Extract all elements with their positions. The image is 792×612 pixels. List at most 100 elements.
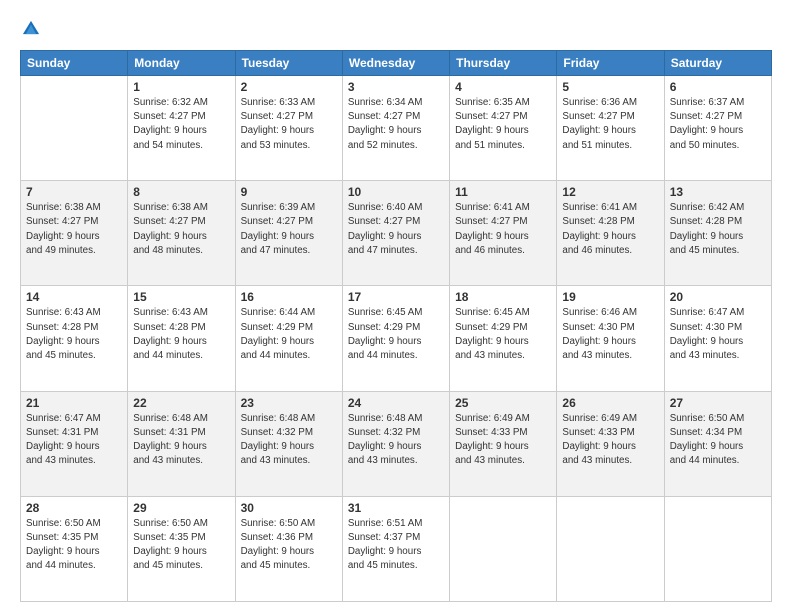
calendar-cell (21, 76, 128, 181)
weekday-header-friday: Friday (557, 51, 664, 76)
day-info: Sunrise: 6:32 AMSunset: 4:27 PMDaylight:… (133, 96, 229, 153)
calendar-week-row: 21Sunrise: 6:47 AMSunset: 4:31 PMDayligh… (21, 391, 772, 496)
day-number: 19 (562, 290, 658, 304)
calendar-cell: 31 Sunrise: 6:51 AMSunset: 4:37 PMDayligh… (342, 496, 449, 601)
day-info: Sunrise: 6:50 AMSunset: 4:36 PMDaylight:… (241, 517, 337, 574)
day-info: Sunrise: 6:48 AMSunset: 4:32 PMDaylight:… (348, 412, 444, 469)
day-info: Sunrise: 6:45 AMSunset: 4:29 PMDaylight:… (455, 306, 551, 363)
calendar-cell: 15Sunrise: 6:43 AMSunset: 4:28 PMDayligh… (128, 286, 235, 391)
calendar-cell (450, 496, 557, 601)
weekday-header-tuesday: Tuesday (235, 51, 342, 76)
day-info: Sunrise: 6:48 AMSunset: 4:31 PMDaylight:… (133, 412, 229, 469)
calendar-cell: 12Sunrise: 6:41 AMSunset: 4:28 PMDayligh… (557, 181, 664, 286)
calendar-cell: 22 Sunrise: 6:48 AMSunset: 4:31 PMDayligh… (128, 391, 235, 496)
page: SundayMondayTuesdayWednesdayThursdayFrid… (0, 0, 792, 612)
calendar-cell: 8 Sunrise: 6:38 AMSunset: 4:27 PMDaylight… (128, 181, 235, 286)
weekday-header-monday: Monday (128, 51, 235, 76)
day-info: Sunrise: 6:34 AMSunset: 4:27 PMDaylight:… (348, 96, 444, 153)
day-info: Sunrise: 6:40 AMSunset: 4:27 PMDaylight:… (348, 201, 444, 258)
day-info: Sunrise: 6:42 AMSunset: 4:28 PMDaylight:… (670, 201, 766, 258)
calendar-cell: 4 Sunrise: 6:35 AMSunset: 4:27 PMDaylight… (450, 76, 557, 181)
day-number: 7 (26, 185, 122, 199)
day-number: 24 (348, 396, 444, 410)
calendar-table: SundayMondayTuesdayWednesdayThursdayFrid… (20, 50, 772, 602)
calendar-cell: 20Sunrise: 6:47 AMSunset: 4:30 PMDayligh… (664, 286, 771, 391)
calendar-cell: 25Sunrise: 6:49 AMSunset: 4:33 PMDayligh… (450, 391, 557, 496)
calendar-cell: 6 Sunrise: 6:37 AMSunset: 4:27 PMDaylight… (664, 76, 771, 181)
day-info: Sunrise: 6:49 AMSunset: 4:33 PMDaylight:… (455, 412, 551, 469)
calendar-cell: 17 Sunrise: 6:45 AMSunset: 4:29 PMDayligh… (342, 286, 449, 391)
calendar-cell: 16 Sunrise: 6:44 AMSunset: 4:29 PMDayligh… (235, 286, 342, 391)
calendar-cell: 30 Sunrise: 6:50 AMSunset: 4:36 PMDayligh… (235, 496, 342, 601)
day-info: Sunrise: 6:41 AMSunset: 4:27 PMDaylight:… (455, 201, 551, 258)
day-number: 31 (348, 501, 444, 515)
calendar-cell: 18 Sunrise: 6:45 AMSunset: 4:29 PMDayligh… (450, 286, 557, 391)
day-info: Sunrise: 6:35 AMSunset: 4:27 PMDaylight:… (455, 96, 551, 153)
calendar-cell: 24 Sunrise: 6:48 AMSunset: 4:32 PMDayligh… (342, 391, 449, 496)
day-number: 3 (348, 80, 444, 94)
calendar-cell: 3 Sunrise: 6:34 AMSunset: 4:27 PMDaylight… (342, 76, 449, 181)
day-info: Sunrise: 6:36 AMSunset: 4:27 PMDaylight:… (562, 96, 658, 153)
day-number: 17 (348, 290, 444, 304)
day-info: Sunrise: 6:49 AMSunset: 4:33 PMDaylight:… (562, 412, 658, 469)
calendar-cell: 23 Sunrise: 6:48 AMSunset: 4:32 PMDayligh… (235, 391, 342, 496)
calendar-cell: 1Sunrise: 6:32 AMSunset: 4:27 PMDaylight… (128, 76, 235, 181)
calendar-cell: 27 Sunrise: 6:50 AMSunset: 4:34 PMDayligh… (664, 391, 771, 496)
calendar-cell: 5Sunrise: 6:36 AMSunset: 4:27 PMDaylight… (557, 76, 664, 181)
day-number: 27 (670, 396, 766, 410)
day-info: Sunrise: 6:37 AMSunset: 4:27 PMDaylight:… (670, 96, 766, 153)
calendar-cell: 28 Sunrise: 6:50 AMSunset: 4:35 PMDayligh… (21, 496, 128, 601)
day-number: 10 (348, 185, 444, 199)
day-info: Sunrise: 6:50 AMSunset: 4:34 PMDaylight:… (670, 412, 766, 469)
day-info: Sunrise: 6:50 AMSunset: 4:35 PMDaylight:… (26, 517, 122, 574)
weekday-header-row: SundayMondayTuesdayWednesdayThursdayFrid… (21, 51, 772, 76)
weekday-header-wednesday: Wednesday (342, 51, 449, 76)
day-number: 15 (133, 290, 229, 304)
day-number: 22 (133, 396, 229, 410)
day-number: 6 (670, 80, 766, 94)
day-number: 26 (562, 396, 658, 410)
day-number: 29 (133, 501, 229, 515)
logo-icon (20, 18, 42, 40)
calendar-cell: 14Sunrise: 6:43 AMSunset: 4:28 PMDayligh… (21, 286, 128, 391)
calendar-cell (557, 496, 664, 601)
day-number: 14 (26, 290, 122, 304)
day-info: Sunrise: 6:33 AMSunset: 4:27 PMDaylight:… (241, 96, 337, 153)
day-number: 18 (455, 290, 551, 304)
calendar-cell: 21Sunrise: 6:47 AMSunset: 4:31 PMDayligh… (21, 391, 128, 496)
day-info: Sunrise: 6:47 AMSunset: 4:30 PMDaylight:… (670, 306, 766, 363)
calendar-cell: 2Sunrise: 6:33 AMSunset: 4:27 PMDaylight… (235, 76, 342, 181)
day-number: 28 (26, 501, 122, 515)
weekday-header-sunday: Sunday (21, 51, 128, 76)
day-number: 8 (133, 185, 229, 199)
calendar-cell: 29 Sunrise: 6:50 AMSunset: 4:35 PMDayligh… (128, 496, 235, 601)
weekday-header-thursday: Thursday (450, 51, 557, 76)
day-info: Sunrise: 6:51 AMSunset: 4:37 PMDaylight:… (348, 517, 444, 574)
day-number: 21 (26, 396, 122, 410)
day-info: Sunrise: 6:50 AMSunset: 4:35 PMDaylight:… (133, 517, 229, 574)
day-info: Sunrise: 6:45 AMSunset: 4:29 PMDaylight:… (348, 306, 444, 363)
day-info: Sunrise: 6:44 AMSunset: 4:29 PMDaylight:… (241, 306, 337, 363)
calendar-week-row: 28 Sunrise: 6:50 AMSunset: 4:35 PMDayligh… (21, 496, 772, 601)
calendar-week-row: 14Sunrise: 6:43 AMSunset: 4:28 PMDayligh… (21, 286, 772, 391)
calendar-cell (664, 496, 771, 601)
day-number: 16 (241, 290, 337, 304)
calendar-cell: 9 Sunrise: 6:39 AMSunset: 4:27 PMDaylight… (235, 181, 342, 286)
calendar-cell: 10 Sunrise: 6:40 AMSunset: 4:27 PMDayligh… (342, 181, 449, 286)
day-number: 4 (455, 80, 551, 94)
day-number: 9 (241, 185, 337, 199)
calendar-cell: 11Sunrise: 6:41 AMSunset: 4:27 PMDayligh… (450, 181, 557, 286)
calendar-week-row: 1Sunrise: 6:32 AMSunset: 4:27 PMDaylight… (21, 76, 772, 181)
day-number: 23 (241, 396, 337, 410)
calendar-week-row: 7 Sunrise: 6:38 AMSunset: 4:27 PMDaylight… (21, 181, 772, 286)
day-info: Sunrise: 6:48 AMSunset: 4:32 PMDaylight:… (241, 412, 337, 469)
calendar-cell: 7 Sunrise: 6:38 AMSunset: 4:27 PMDaylight… (21, 181, 128, 286)
day-info: Sunrise: 6:38 AMSunset: 4:27 PMDaylight:… (133, 201, 229, 258)
calendar-cell: 19 Sunrise: 6:46 AMSunset: 4:30 PMDayligh… (557, 286, 664, 391)
day-info: Sunrise: 6:39 AMSunset: 4:27 PMDaylight:… (241, 201, 337, 258)
logo (20, 18, 46, 40)
day-number: 30 (241, 501, 337, 515)
day-number: 12 (562, 185, 658, 199)
day-info: Sunrise: 6:38 AMSunset: 4:27 PMDaylight:… (26, 201, 122, 258)
day-info: Sunrise: 6:46 AMSunset: 4:30 PMDaylight:… (562, 306, 658, 363)
